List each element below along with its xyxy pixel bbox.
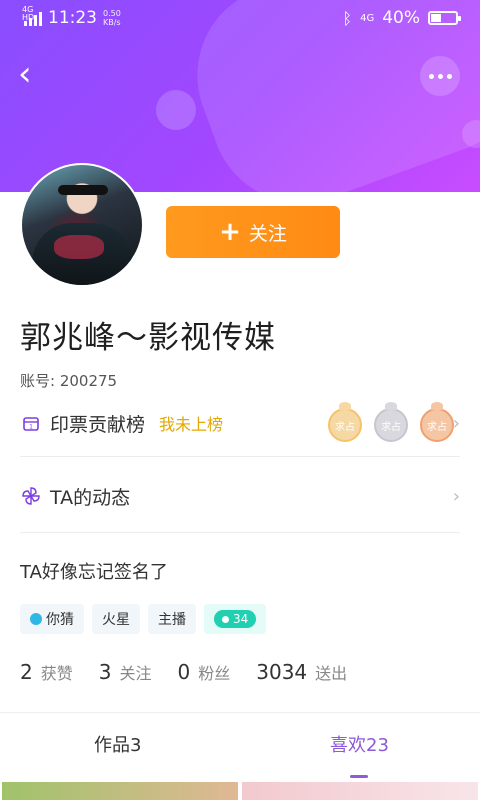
tag-gender-label: 你猜 [46,612,74,628]
likes-received-count[interactable]: 2 [20,660,33,684]
sent-count[interactable]: 3034 [256,660,307,684]
level-icon [222,615,229,623]
active-tab-indicator [350,775,368,778]
avatar[interactable] [20,163,144,287]
stats-bar: 2 获赞 3 关注 0 粉丝 3034 送出 [20,660,373,684]
profile-name: 郭兆峰～影视传媒 [20,320,276,356]
medal-bronze: 求占 [420,402,454,442]
medal-list: 求占 求占 求占 [328,402,454,442]
header-decor-circle [156,90,196,130]
avatar-pattern [54,235,104,259]
tag-location: 火星 [92,604,140,634]
more-options-button[interactable] [420,56,460,96]
fans-count[interactable]: 0 [178,660,191,684]
tab-likes[interactable]: 喜欢23 [330,731,389,757]
video-thumbnail[interactable] [2,782,238,800]
sent-label[interactable]: 送出 [315,660,347,684]
ticket-rank-label: 印票贡献榜 [50,413,146,436]
following-label[interactable]: 关注 [119,660,151,684]
level-value: 34 [233,612,249,626]
more-dot-icon [446,73,452,79]
network-speed: 0.50 KB/s [103,9,121,27]
follow-button[interactable]: + 关注 [166,206,340,258]
more-dot-icon [428,73,434,79]
chevron-right-icon: › [452,485,460,507]
network-4g: 4G [360,12,375,24]
clock: 11:23 [48,8,97,28]
content-tabs: 作品3 喜欢23 [0,712,480,779]
ticket-rank-status: 我未上榜 [159,415,224,434]
divider [20,456,460,457]
likes-received-label[interactable]: 获赞 [41,660,73,684]
level-badge: 34 [204,604,267,634]
account-id: 账号: 200275 [20,372,118,390]
ticket-icon: 1 [20,412,42,434]
status-bar: 4G HD 11:23 0.50 KB/s ᛒ 4G 40% [0,0,480,36]
follow-label: 关注 [248,222,287,245]
signature-text: TA好像忘记签名了 [20,562,168,583]
svg-text:1: 1 [29,424,33,431]
pinwheel-icon [20,485,42,507]
tag-location-label: 火星 [102,612,130,628]
plus-icon: + [219,217,241,247]
divider [20,532,460,533]
avatar-glasses [58,185,108,195]
more-dot-icon [437,73,443,79]
tab-works[interactable]: 作品3 [94,731,141,757]
network-label: 4G HD [22,5,35,22]
bluetooth-icon: ᛒ [342,8,353,28]
medal-gold: 求占 [328,402,362,442]
medal-silver: 求占 [374,402,408,442]
fans-label[interactable]: 粉丝 [198,660,230,684]
signal-icon: 4G HD [22,6,42,26]
feed-row[interactable]: TA的动态 › [20,481,460,511]
battery-icon [428,11,461,25]
tag-gender: 你猜 [20,604,84,634]
tag-list: 你猜 火星 主播 34 [20,604,267,634]
tag-role-label: 主播 [158,612,186,628]
content-grid [0,782,480,800]
tag-role: 主播 [148,604,196,634]
following-count[interactable]: 3 [99,660,112,684]
feed-label: TA的动态 [50,486,131,509]
battery-percent: 40% [382,8,420,28]
back-button[interactable]: ‹ [18,57,50,91]
user-icon [30,613,42,625]
video-thumbnail[interactable] [242,782,478,800]
